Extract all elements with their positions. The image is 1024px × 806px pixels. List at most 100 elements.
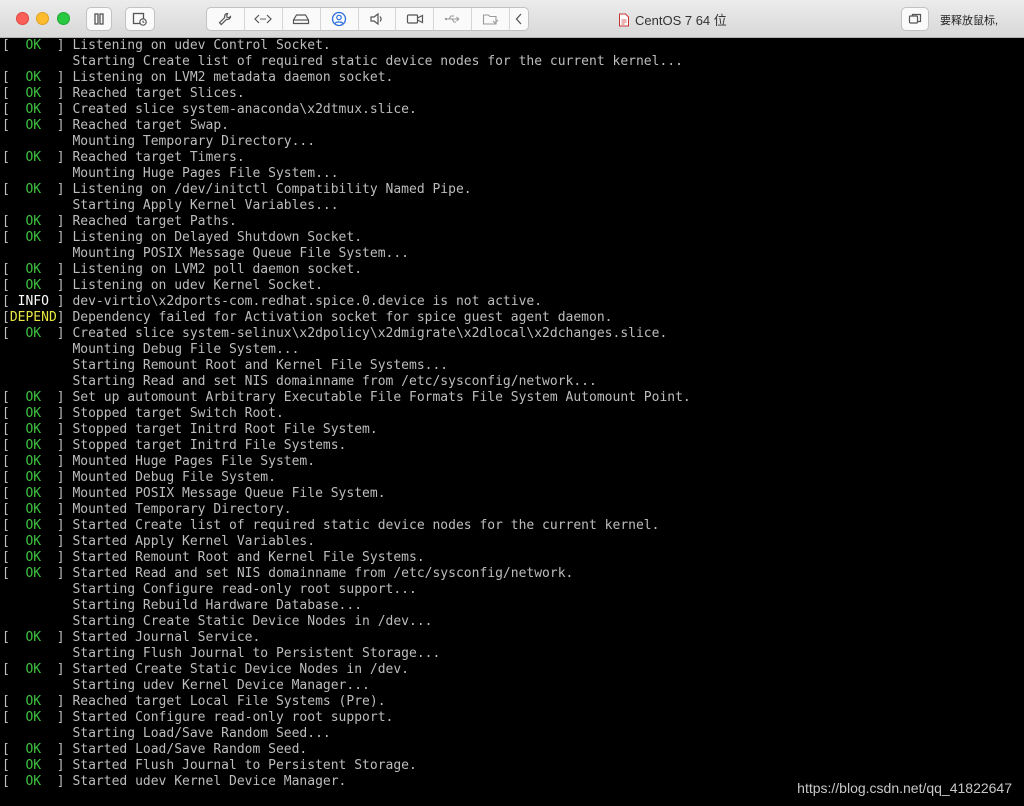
status-label: OK [9, 278, 57, 293]
user-icon [331, 11, 347, 27]
status-label: OK [9, 550, 57, 565]
fullscreen-icon [908, 13, 922, 24]
line-text: Starting Load/Save Random Seed... [72, 726, 331, 741]
console-line: [DEPEND] Dependency failed for Activatio… [2, 310, 1024, 326]
console-line: Starting Remount Root and Kernel File Sy… [2, 358, 1024, 374]
line-text: Stopped target Switch Root. [72, 406, 284, 421]
status-label: OK [9, 70, 57, 85]
status-bracket: ] [56, 310, 73, 325]
shared-folder-button[interactable] [472, 8, 510, 30]
line-text: Mounting POSIX Message Queue File System… [72, 246, 409, 261]
status-label: OK [9, 326, 57, 341]
console-line: [ OK ] Started Create list of required s… [2, 518, 1024, 534]
console-line: [ OK ] Reached target Slices. [2, 86, 1024, 102]
line-text: Started udev Kernel Device Manager. [72, 774, 347, 789]
speaker-icon [370, 12, 382, 26]
status-label: OK [9, 102, 57, 117]
console-line: [ OK ] Started Journal Service. [2, 630, 1024, 646]
snapshot-icon [132, 12, 147, 26]
line-text: Mounted Debug File System. [72, 470, 276, 485]
console-line: Starting Create list of required static … [2, 54, 1024, 70]
code-arrows-button[interactable] [245, 8, 283, 30]
status-label: OK [9, 150, 57, 165]
vm-window: CentOS 7 64 位 要释放鼠标, [ OK ] Listening on… [0, 0, 1024, 806]
status-bracket: ] [56, 150, 73, 165]
disk-button[interactable] [283, 8, 321, 30]
line-text: Listening on udev Kernel Socket. [72, 278, 323, 293]
line-text: Listening on LVM2 poll daemon socket. [72, 262, 363, 277]
window-title: CentOS 7 64 位 [618, 10, 727, 29]
line-text: Started Load/Save Random Seed. [72, 742, 308, 757]
status-bracket: [ [2, 438, 10, 453]
console-line: [ OK ] Listening on /dev/initctl Compati… [2, 182, 1024, 198]
status-bracket: ] [56, 710, 73, 725]
console-line: [ OK ] Stopped target Initrd File System… [2, 438, 1024, 454]
minimize-window-button[interactable] [36, 12, 49, 25]
status-bracket: [ [2, 694, 10, 709]
status-bracket: [ [2, 182, 10, 197]
status-bracket: [ [2, 518, 10, 533]
boot-console[interactable]: [ OK ] Listening on udev Control Socket.… [0, 38, 1024, 806]
console-line: Mounting POSIX Message Queue File System… [2, 246, 1024, 262]
toolbar-collapse-button[interactable] [510, 8, 528, 30]
console-line: [ OK ] Mounted POSIX Message Queue File … [2, 486, 1024, 502]
line-text: Mounted POSIX Message Queue File System. [72, 486, 386, 501]
status-label: OK [9, 662, 57, 677]
line-text: Reached target Timers. [72, 150, 245, 165]
console-line: Mounting Temporary Directory... [2, 134, 1024, 150]
status-label: OK [9, 390, 57, 405]
status-label: OK [9, 630, 57, 645]
line-text: Reached target Paths. [72, 214, 237, 229]
usb-button[interactable] [434, 8, 473, 30]
status-bracket: ] [56, 486, 73, 501]
console-line: [ OK ] Started Read and set NIS domainna… [2, 566, 1024, 582]
line-text: Listening on Delayed Shutdown Socket. [72, 230, 363, 245]
status-bracket: ] [56, 390, 73, 405]
line-text: Starting Read and set NIS domainname fro… [72, 374, 597, 389]
line-text: Listening on udev Control Socket. [72, 38, 331, 53]
console-line: [ OK ] Listening on LVM2 poll daemon soc… [2, 262, 1024, 278]
wrench-icon [219, 12, 232, 26]
console-line: [ OK ] Created slice system-anaconda\x2d… [2, 102, 1024, 118]
status-bracket: ] [56, 630, 73, 645]
close-window-button[interactable] [16, 12, 29, 25]
status-bracket: ] [56, 278, 73, 293]
status-bracket: [ [2, 502, 10, 517]
line-text: Stopped target Initrd File Systems. [72, 438, 347, 453]
sound-button[interactable] [359, 8, 397, 30]
console-line: [ OK ] Started Apply Kernel Variables. [2, 534, 1024, 550]
line-text: Listening on /dev/initctl Compatibility … [72, 182, 472, 197]
status-bracket: [ [2, 326, 10, 341]
line-text: Stopped target Initrd Root File System. [72, 422, 378, 437]
settings-button[interactable] [207, 8, 245, 30]
line-text: Reached target Local File Systems (Pre). [72, 694, 386, 709]
console-line: Starting Read and set NIS domainname fro… [2, 374, 1024, 390]
console-line: [ INFO ] dev-virtio\x2dports-com.redhat.… [2, 294, 1024, 310]
status-bracket: ] [56, 694, 73, 709]
status-bracket: [ [2, 118, 10, 133]
fullscreen-button[interactable] [901, 7, 929, 31]
line-text: Started Create list of required static d… [72, 518, 660, 533]
maximize-window-button[interactable] [57, 12, 70, 25]
console-line: [ OK ] Reached target Swap. [2, 118, 1024, 134]
user-button[interactable] [321, 8, 359, 30]
watermark: https://blog.csdn.net/qq_41822647 [797, 780, 1012, 796]
pause-button[interactable] [86, 7, 112, 31]
line-text: Reached target Slices. [72, 86, 245, 101]
console-line: Starting udev Kernel Device Manager... [2, 678, 1024, 694]
line-text: Listening on LVM2 metadata daemon socket… [72, 70, 394, 85]
status-bracket: ] [56, 182, 73, 197]
status-label: OK [9, 710, 57, 725]
console-line: [ OK ] Listening on LVM2 metadata daemon… [2, 70, 1024, 86]
camera-button[interactable] [396, 8, 435, 30]
snapshot-button[interactable] [125, 7, 155, 31]
line-text: Started Flush Journal to Persistent Stor… [72, 758, 417, 773]
line-text: Starting Rebuild Hardware Database... [72, 598, 363, 613]
status-bracket: [ [2, 486, 10, 501]
